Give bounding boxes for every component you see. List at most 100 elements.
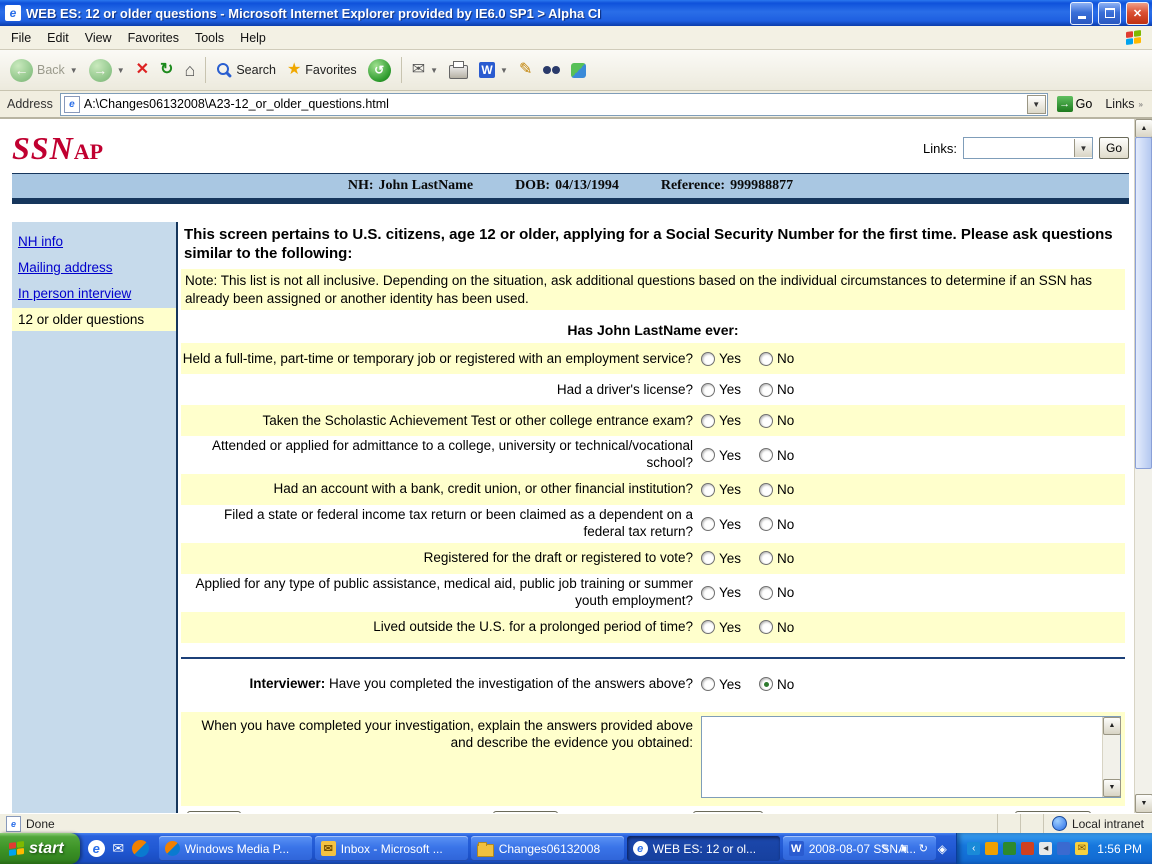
continue-button[interactable]: Continue <box>1015 811 1091 813</box>
home-button[interactable]: ⌂ <box>179 57 200 83</box>
task-buttons: Windows Media P...✉Inbox - Microsoft ...… <box>157 836 872 861</box>
taskbar-item[interactable]: ✉Inbox - Microsoft ... <box>315 836 468 861</box>
interviewer-question-text: Have you completed the investigation of … <box>325 676 693 691</box>
sidebar-item[interactable]: 12 or older questions <box>12 308 176 331</box>
print-button[interactable] <box>444 57 473 83</box>
update-tray-icon[interactable] <box>985 842 998 855</box>
research-button[interactable] <box>538 62 565 78</box>
interviewer-section: Interviewer: Have you completed the inve… <box>181 657 1125 700</box>
back-button[interactable]: ← Back ▼ <box>5 55 83 86</box>
option-label: No <box>777 448 794 463</box>
radio-yes[interactable] <box>701 586 715 600</box>
explanation-textarea[interactable]: ▲ ▼ <box>701 716 1121 798</box>
go-button[interactable]: → Go <box>1053 94 1097 114</box>
messenger-tray-icon[interactable] <box>1057 842 1070 855</box>
ssnap-logo: SSNAP <box>12 130 103 167</box>
radio-no[interactable] <box>759 620 773 634</box>
interviewer-radio-yes[interactable] <box>701 677 715 691</box>
scroll-up-icon[interactable]: ▲ <box>1135 119 1152 138</box>
option-label: No <box>777 413 794 428</box>
links-chevron-icon: » <box>1139 100 1143 109</box>
mail-tray-icon[interactable]: ✉ <box>1075 842 1088 855</box>
radio-no[interactable] <box>759 352 773 366</box>
radio-yes[interactable] <box>701 352 715 366</box>
history-button[interactable]: ↺ <box>363 55 396 86</box>
pen-tool-icon[interactable]: ✎ <box>878 842 892 856</box>
restore-button[interactable] <box>1098 2 1121 25</box>
start-button[interactable]: start <box>0 833 80 864</box>
radio-yes[interactable] <box>701 551 715 565</box>
stop-button[interactable]: ✕ <box>131 58 154 82</box>
links-go-button[interactable]: Go <box>1099 137 1129 159</box>
radio-no[interactable] <box>759 483 773 497</box>
sidebar-item[interactable]: Mailing address <box>12 256 176 279</box>
taskbar-item[interactable]: eWEB ES: 12 or ol... <box>627 836 780 861</box>
interviewer-radio-no[interactable] <box>759 677 773 691</box>
display-tool-icon[interactable]: ▣ <box>897 842 911 856</box>
scrollbar-thumb[interactable] <box>1135 137 1152 469</box>
radio-no[interactable] <box>759 448 773 462</box>
answer-option: Yes <box>701 585 759 600</box>
sync-tool-icon[interactable]: ↻ <box>916 842 930 856</box>
links-dropdown[interactable]: ▼ <box>963 137 1093 159</box>
intro-text: This screen pertains to U.S. citizens, a… <box>181 224 1125 267</box>
address-dropdown-icon[interactable]: ▼ <box>1027 95 1046 114</box>
page-scrollbar[interactable]: ▲ ▼ <box>1134 119 1152 813</box>
edit-word-button[interactable]: W ▼ <box>474 58 513 82</box>
menu-tools[interactable]: Tools <box>187 28 232 48</box>
quicklaunch-ie-icon[interactable]: e <box>88 840 105 857</box>
refresh-icon: ↻ <box>160 62 173 78</box>
menu-view[interactable]: View <box>77 28 120 48</box>
menu-edit[interactable]: Edit <box>39 28 77 48</box>
edit-button[interactable]: ✎ <box>514 58 537 82</box>
messenger-button[interactable] <box>566 59 591 82</box>
radio-yes[interactable] <box>701 383 715 397</box>
sidebar-item[interactable]: In person interview <box>12 282 176 305</box>
status-bar: e Done Local intranet <box>0 813 1152 833</box>
radio-no[interactable] <box>759 414 773 428</box>
search-button[interactable]: Search <box>211 58 281 82</box>
answer-option: No <box>759 448 817 463</box>
status-text: Done <box>26 817 55 831</box>
radio-yes[interactable] <box>701 483 715 497</box>
radio-yes[interactable] <box>701 414 715 428</box>
menu-favorites[interactable]: Favorites <box>120 28 187 48</box>
address-input[interactable]: e A:\Changes06132008\A23-12_or_older_que… <box>60 93 1048 116</box>
textarea-scroll-down-icon[interactable]: ▼ <box>1103 779 1121 797</box>
quicklaunch-outlook-icon[interactable]: ✉ <box>110 840 127 857</box>
forward-button[interactable]: → ▼ <box>84 55 130 86</box>
scroll-down-icon[interactable]: ▼ <box>1135 794 1152 813</box>
refresh-page-button[interactable]: Refresh <box>693 811 763 813</box>
menu-file[interactable]: File <box>3 28 39 48</box>
logo-ssn-text: SSN <box>12 130 74 166</box>
sidebar-item[interactable]: NH info <box>12 230 176 253</box>
radio-yes[interactable] <box>701 448 715 462</box>
links-toolbar-button[interactable]: Links » <box>1101 97 1147 111</box>
taskbar-item[interactable]: Changes06132008 <box>471 836 624 861</box>
radio-no[interactable] <box>759 551 773 565</box>
radio-yes[interactable] <box>701 517 715 531</box>
textarea-scrollbar[interactable]: ▲ ▼ <box>1102 717 1120 797</box>
favorites-button[interactable]: ★ Favorites <box>282 58 362 82</box>
antivirus-tray-icon[interactable] <box>1003 842 1016 855</box>
menu-help[interactable]: Help <box>232 28 274 48</box>
radio-yes[interactable] <box>701 620 715 634</box>
network-tray-icon[interactable]: ‹ <box>967 842 980 855</box>
back-page-button[interactable]: Back <box>187 811 241 813</box>
radio-no[interactable] <box>759 586 773 600</box>
refresh-button[interactable]: ↻ <box>155 58 178 82</box>
volume-tray-icon[interactable]: ◂ <box>1039 842 1052 855</box>
help-tool-icon[interactable]: ◈ <box>935 842 949 856</box>
radio-no[interactable] <box>759 383 773 397</box>
minimize-button[interactable] <box>1070 2 1093 25</box>
taskbar-item[interactable]: Windows Media P... <box>159 836 312 861</box>
nh-dob: DOB: 04/13/1994 <box>515 178 619 194</box>
close-button[interactable]: ✕ <box>1126 2 1149 25</box>
alert-tray-icon[interactable] <box>1021 842 1034 855</box>
radio-no[interactable] <box>759 517 773 531</box>
quicklaunch-media-icon[interactable] <box>132 840 149 857</box>
nh-name: NH: John LastName <box>348 178 473 194</box>
cancel-button[interactable]: Cancel <box>493 811 558 813</box>
textarea-scroll-up-icon[interactable]: ▲ <box>1103 717 1121 735</box>
mail-button[interactable]: ✉ ▼ <box>407 58 443 82</box>
